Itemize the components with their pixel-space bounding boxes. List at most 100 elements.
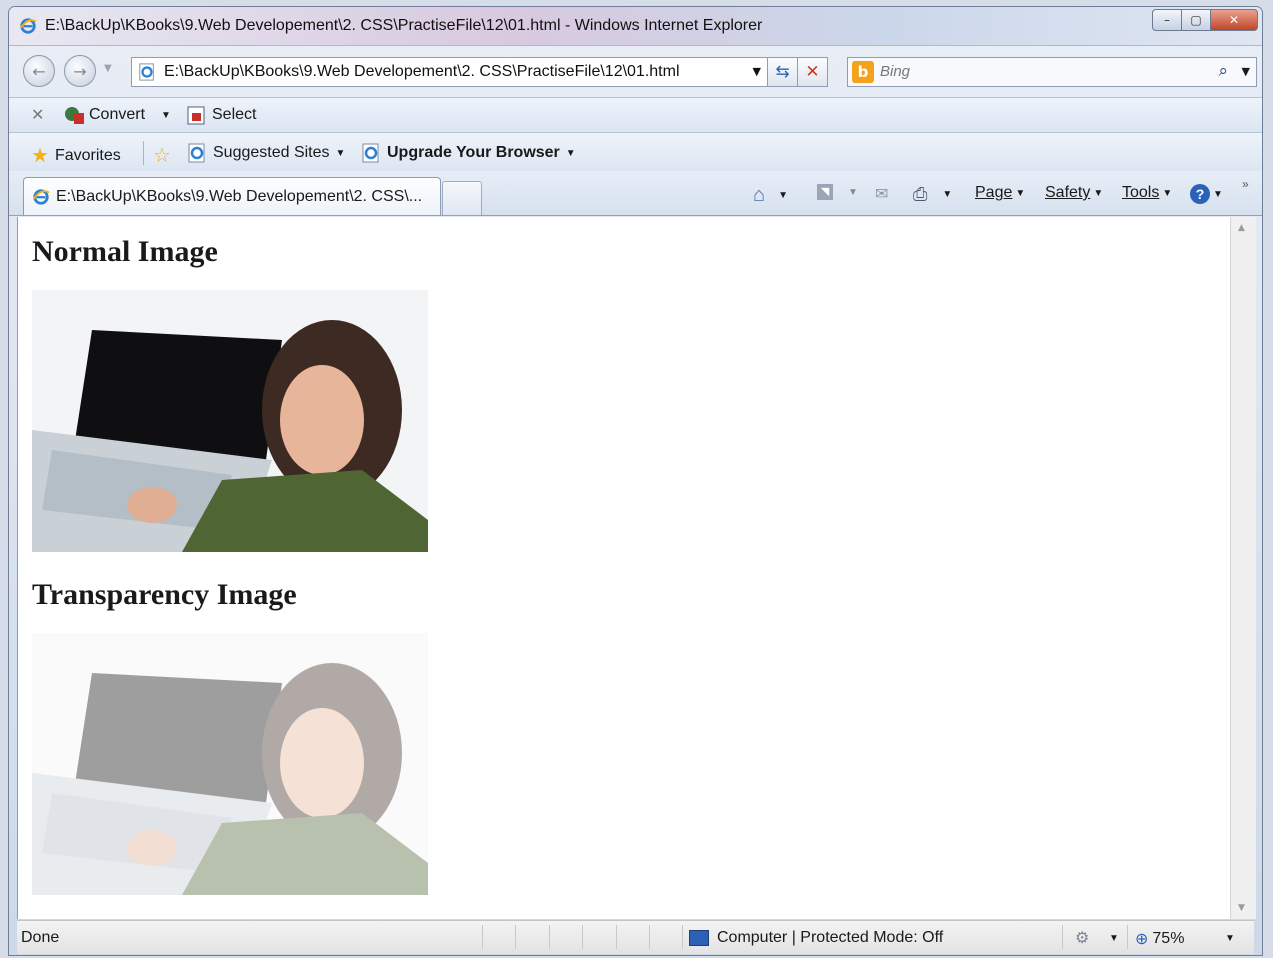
select-button[interactable]: Select bbox=[186, 105, 256, 125]
print-dropdown-icon[interactable]: ▼ bbox=[942, 189, 952, 200]
search-placeholder[interactable]: Bing bbox=[880, 63, 910, 80]
status-bar: Done Computer | Protected Mode: Off ⚙ ▼ … bbox=[17, 920, 1254, 954]
vertical-scrollbar[interactable]: ▲ ▼ bbox=[1230, 217, 1256, 919]
laptop-woman-photo bbox=[32, 290, 428, 552]
close-toolbar-button[interactable]: ✕ bbox=[31, 105, 44, 125]
add-favorite-star-icon: ☆ bbox=[153, 145, 171, 167]
status-divider bbox=[549, 925, 550, 949]
home-button[interactable]: ⌂ ▼ bbox=[753, 184, 788, 207]
select-icon bbox=[187, 106, 205, 125]
page-menu-label: Page bbox=[975, 184, 1013, 201]
upgrade-dropdown-icon[interactable]: ▼ bbox=[566, 148, 576, 159]
page-content: Normal Image Transparency Image bbox=[17, 217, 1230, 919]
new-tab-button[interactable] bbox=[442, 181, 482, 215]
ie-logo-icon bbox=[33, 189, 50, 205]
zoom-control[interactable]: ⊕ 75% bbox=[1135, 929, 1184, 949]
upgrade-browser-label: Upgrade Your Browser bbox=[387, 144, 560, 161]
status-text: Done bbox=[21, 929, 60, 946]
search-icon[interactable]: ⌕ bbox=[1218, 61, 1228, 81]
printer-icon: ⎙ bbox=[913, 184, 928, 204]
feeds-button[interactable]: ◥ ▼ bbox=[817, 184, 858, 200]
close-button[interactable]: ✕ bbox=[1210, 9, 1258, 31]
feeds-dropdown-icon[interactable]: ▼ bbox=[848, 187, 858, 198]
zoom-icon: ⊕ bbox=[1135, 931, 1149, 948]
page-menu[interactable]: Page ▼ bbox=[975, 184, 1025, 202]
mail-icon: ✉ bbox=[875, 186, 889, 203]
scroll-up-icon[interactable]: ▲ bbox=[1238, 223, 1245, 233]
status-divider bbox=[482, 925, 483, 949]
protected-mode-icon[interactable]: ⚙ bbox=[1075, 928, 1089, 948]
rss-feed-icon: ◥ bbox=[817, 184, 833, 200]
select-label: Select bbox=[212, 106, 257, 123]
scroll-down-icon[interactable]: ▼ bbox=[1238, 903, 1245, 913]
chevron-more-icon[interactable]: » bbox=[1242, 177, 1249, 191]
read-mail-button[interactable]: ✉ bbox=[875, 184, 888, 204]
page-dropdown-icon: ▼ bbox=[1015, 187, 1026, 199]
favorites-label: Favorites bbox=[54, 146, 121, 164]
status-divider bbox=[1127, 925, 1128, 949]
refresh-button[interactable]: ⇆ bbox=[768, 57, 798, 87]
favorites-button[interactable]: ★ Favorites bbox=[31, 143, 121, 168]
upgrade-browser-link[interactable]: Upgrade Your Browser ▼ bbox=[361, 143, 576, 163]
address-field[interactable]: E:\BackUp\KBooks\9.Web Developement\2. C… bbox=[131, 57, 768, 87]
help-icon: ? bbox=[1190, 184, 1210, 204]
status-divider bbox=[682, 925, 683, 949]
computer-icon bbox=[689, 930, 709, 946]
page-icon bbox=[139, 63, 154, 81]
pdf-toolbar: ✕ Convert ▼ Select bbox=[9, 97, 1262, 133]
back-button[interactable]: ← bbox=[23, 55, 55, 87]
add-on-dropdown-icon[interactable]: ▼ bbox=[1109, 933, 1119, 944]
safety-dropdown-icon: ▼ bbox=[1093, 187, 1104, 199]
help-button[interactable]: ? ▼ bbox=[1190, 184, 1223, 204]
maximize-button[interactable]: ▢ bbox=[1181, 9, 1210, 31]
convert-dropdown-icon[interactable]: ▼ bbox=[161, 110, 171, 121]
heading-transparency-image: Transparency Image bbox=[32, 578, 297, 611]
address-text[interactable]: E:\BackUp\KBooks\9.Web Developement\2. C… bbox=[164, 63, 680, 81]
favorites-bar: ★ Favorites ☆ Suggested Sites ▼ Upgrade … bbox=[9, 133, 1262, 171]
convert-button[interactable]: Convert ▼ bbox=[63, 105, 171, 125]
status-divider bbox=[1062, 925, 1063, 949]
star-icon: ★ bbox=[31, 145, 49, 167]
suggested-sites-dropdown-icon[interactable]: ▼ bbox=[336, 148, 346, 159]
forward-arrow-icon: → bbox=[73, 61, 87, 81]
recent-pages-dropdown[interactable]: ▼ bbox=[104, 63, 112, 74]
help-dropdown-icon: ▼ bbox=[1213, 188, 1223, 200]
convert-icon bbox=[65, 107, 84, 124]
title-bar: E:\BackUp\KBooks\9.Web Developement\2. C… bbox=[9, 7, 1262, 46]
search-options-dropdown-icon[interactable]: ▼ bbox=[1242, 65, 1250, 78]
status-divider bbox=[582, 925, 583, 949]
stop-button[interactable]: ✕ bbox=[798, 57, 828, 87]
tab-label: E:\BackUp\KBooks\9.Web Developement\2. C… bbox=[56, 188, 423, 205]
home-icon: ⌂ bbox=[753, 184, 766, 206]
normal-image bbox=[32, 290, 428, 552]
tools-menu[interactable]: Tools ▼ bbox=[1122, 184, 1172, 202]
tab-bar: E:\BackUp\KBooks\9.Web Developement\2. C… bbox=[9, 171, 1262, 216]
minimize-button[interactable]: – bbox=[1152, 9, 1181, 31]
status-divider bbox=[515, 925, 516, 949]
zone-label: Computer | Protected Mode: Off bbox=[717, 929, 944, 946]
tab-active[interactable]: E:\BackUp\KBooks\9.Web Developement\2. C… bbox=[23, 177, 441, 215]
security-zone[interactable]: Computer | Protected Mode: Off bbox=[689, 929, 943, 947]
forward-button[interactable]: → bbox=[64, 55, 96, 87]
heading-normal-image: Normal Image bbox=[32, 235, 218, 268]
favorites-separator bbox=[143, 141, 144, 165]
bing-icon: b bbox=[852, 61, 874, 83]
safety-menu[interactable]: Safety ▼ bbox=[1045, 184, 1103, 202]
zoom-dropdown-icon[interactable]: ▼ bbox=[1225, 933, 1235, 944]
zoom-level: 75% bbox=[1152, 930, 1185, 947]
transparent-image bbox=[32, 633, 428, 895]
print-button[interactable]: ⎙ ▼ bbox=[913, 184, 952, 205]
browser-window: E:\BackUp\KBooks\9.Web Developement\2. C… bbox=[8, 6, 1263, 956]
convert-label: Convert bbox=[89, 106, 146, 123]
ie-page-icon bbox=[188, 143, 205, 163]
suggested-sites-label: Suggested Sites bbox=[213, 144, 330, 161]
search-box[interactable]: b Bing ⌕ ▼ bbox=[847, 57, 1257, 87]
window-controls: – ▢ ✕ bbox=[1152, 9, 1258, 31]
address-dropdown-icon[interactable]: ▼ bbox=[753, 65, 761, 78]
navigation-bar: ← → ▼ E:\BackUp\KBooks\9.Web Developemen… bbox=[9, 47, 1262, 91]
suggested-sites-link[interactable]: Suggested Sites ▼ bbox=[187, 143, 345, 163]
add-to-favorites-button[interactable]: ☆ bbox=[153, 143, 171, 168]
home-dropdown-icon[interactable]: ▼ bbox=[778, 190, 788, 201]
laptop-woman-photo-faded bbox=[32, 633, 428, 895]
stop-icon: ✕ bbox=[805, 62, 820, 82]
